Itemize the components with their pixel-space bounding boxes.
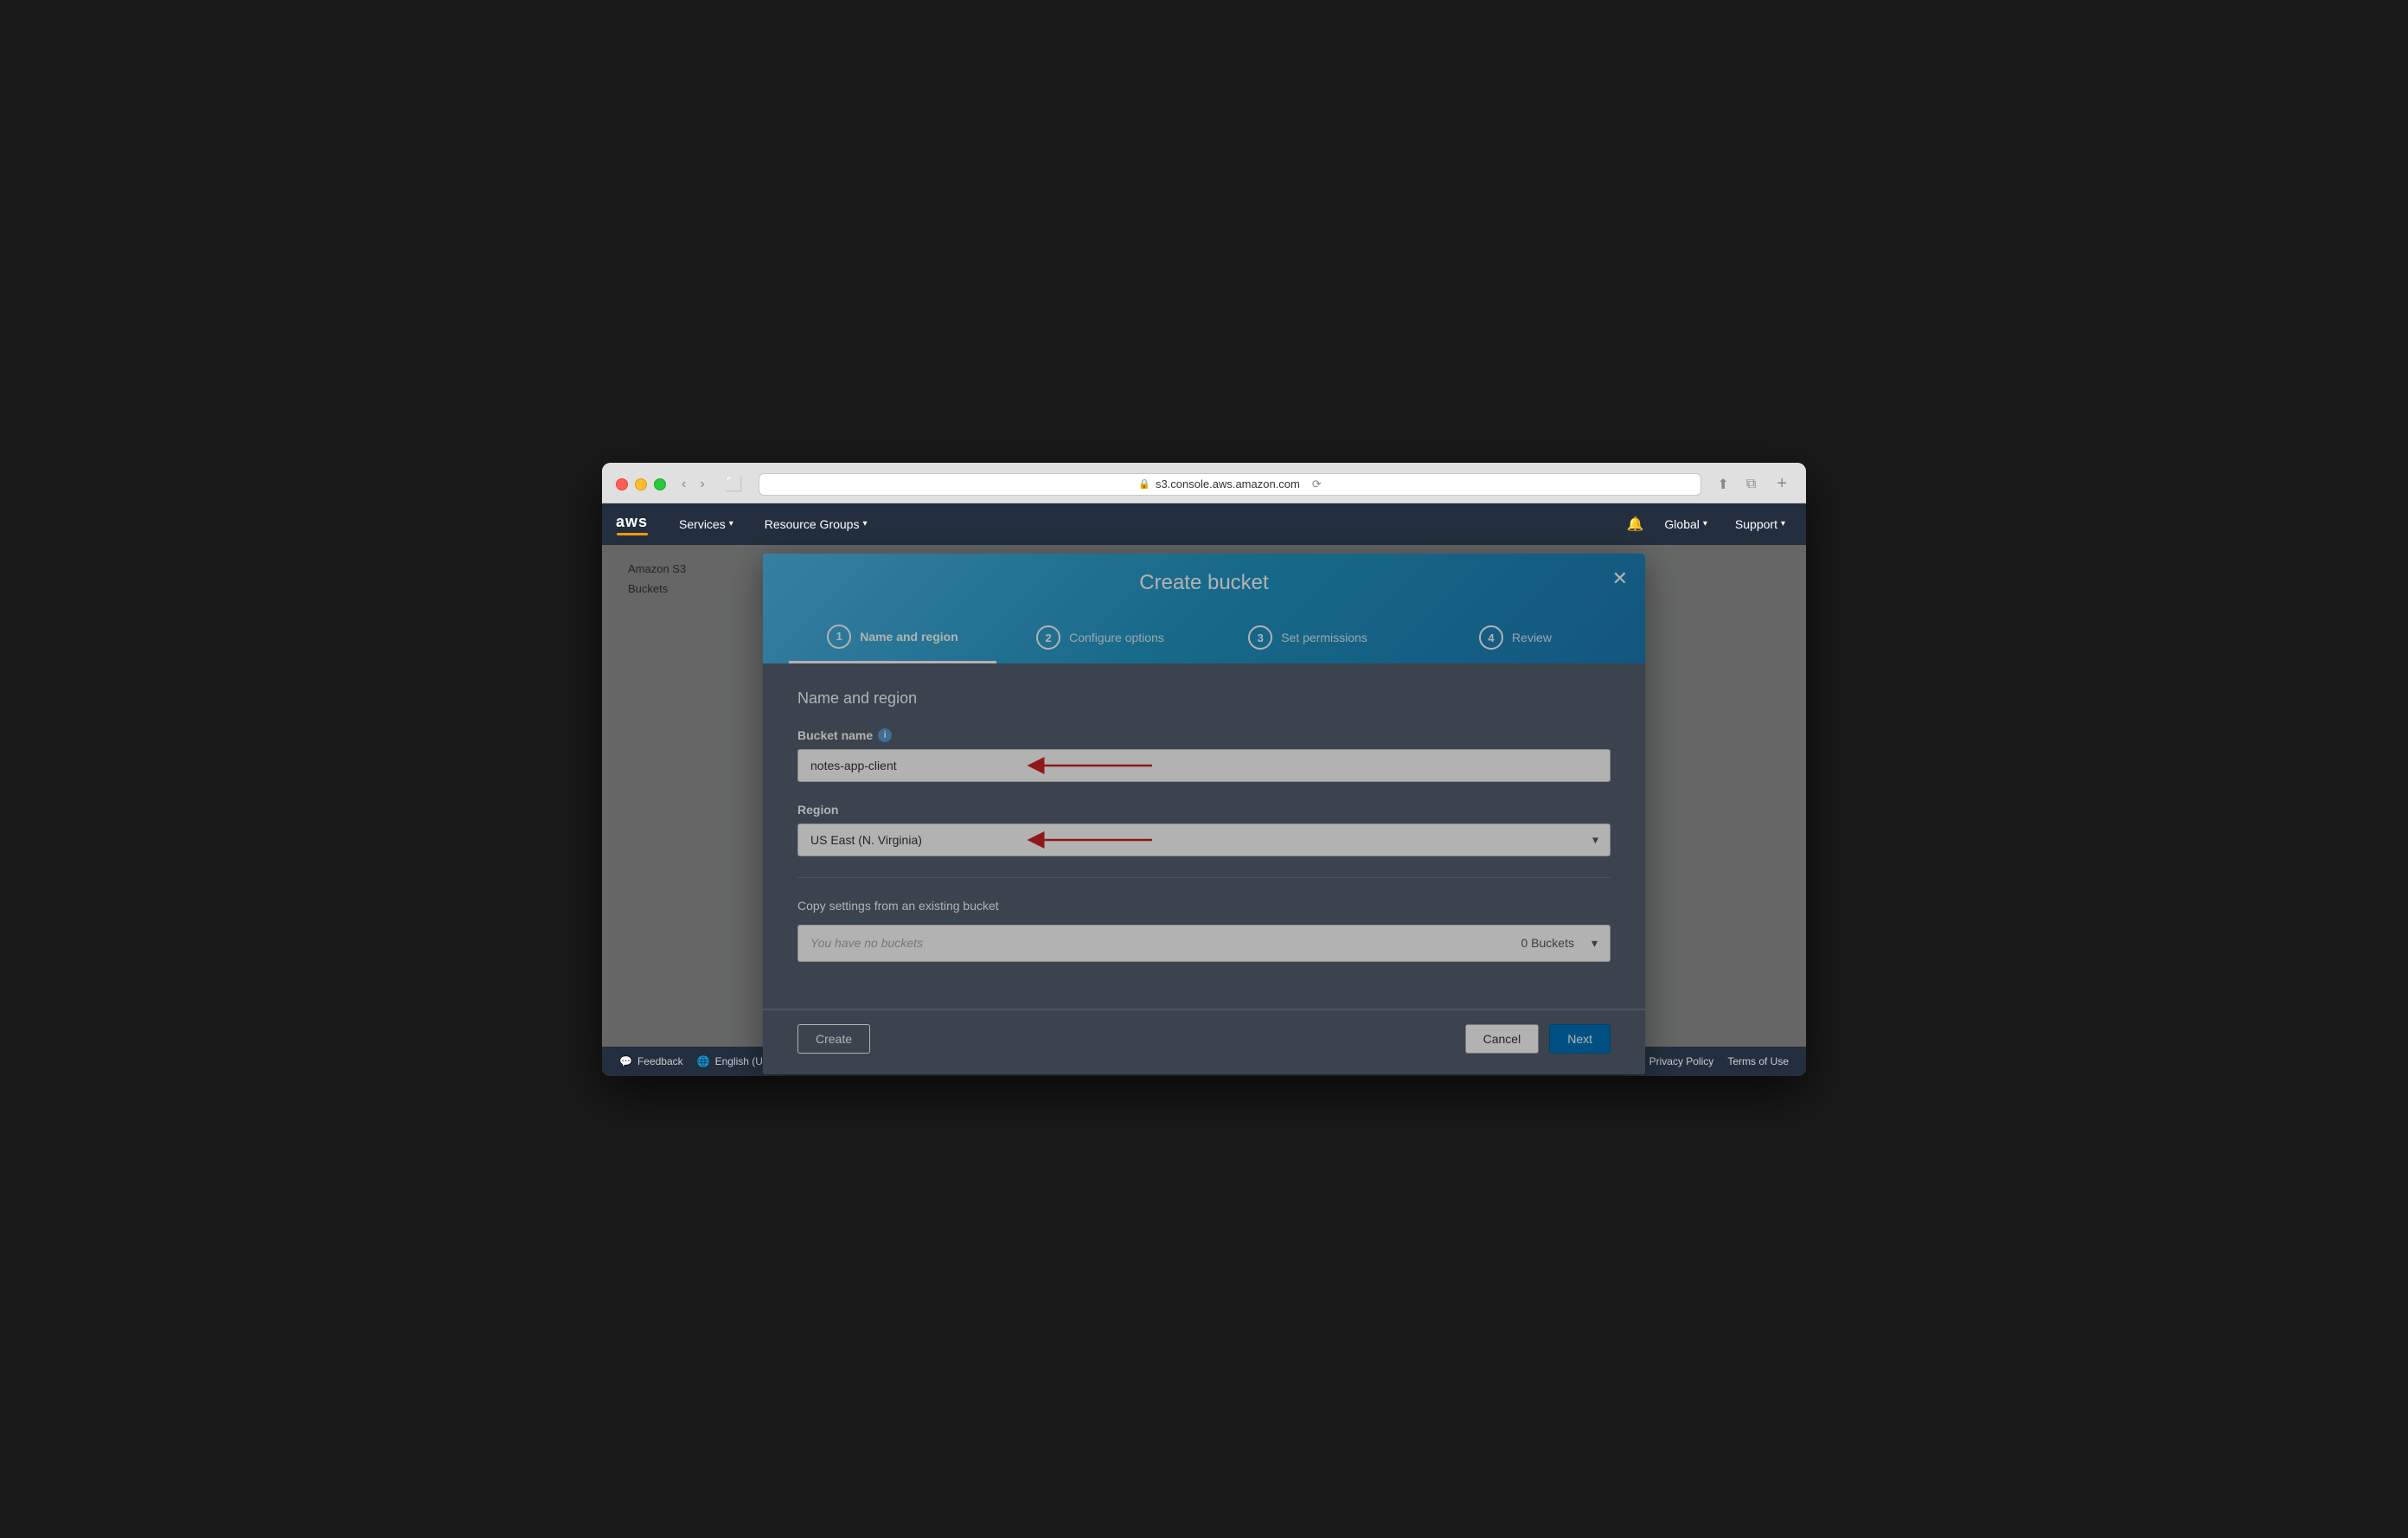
step-4-label: Review — [1512, 631, 1552, 644]
browser-titlebar: ‹ › ⬜ 🔒 s3.console.aws.amazon.com ⟳ ⬆ ⧉ … — [602, 463, 1806, 503]
aws-console: aws Services ▾ Resource Groups ▾ 🔔 Globa… — [602, 503, 1806, 1076]
feedback-label: Feedback — [637, 1055, 683, 1067]
step-3-circle: 3 — [1248, 625, 1272, 650]
modal-body: Name and region Bucket name i — [763, 663, 1645, 1009]
services-label: Services — [679, 517, 726, 531]
resource-groups-nav-item[interactable]: Resource Groups ▾ — [758, 514, 874, 535]
footer-right-buttons: Cancel Next — [1465, 1024, 1611, 1054]
fullscreen-window-button[interactable] — [654, 478, 666, 490]
footer-buttons: Create Cancel Next — [797, 1024, 1611, 1054]
aws-logo: aws — [616, 513, 648, 535]
resource-groups-chevron-icon: ▾ — [862, 519, 867, 529]
page-content: Amazon S3 Buckets Create bucket ✕ — [602, 545, 1806, 1047]
support-nav-item[interactable]: Support ▾ — [1728, 514, 1792, 535]
step-4-circle: 4 — [1479, 625, 1503, 650]
services-nav-item[interactable]: Services ▾ — [672, 514, 740, 535]
region-label: Region — [797, 803, 1611, 817]
share-button[interactable]: ⬆ — [1712, 474, 1733, 495]
footer-links: Privacy Policy Terms of Use — [1649, 1055, 1789, 1067]
nav-buttons: ‹ › — [676, 475, 710, 494]
modal-header: Create bucket ✕ 1 Name and region 2 Con — [763, 554, 1645, 663]
modal-footer: Create Cancel Next — [763, 1009, 1645, 1074]
address-bar[interactable]: 🔒 s3.console.aws.amazon.com ⟳ — [759, 473, 1702, 496]
url-text: s3.console.aws.amazon.com — [1156, 477, 1300, 490]
notifications-button[interactable]: 🔔 — [1627, 516, 1644, 533]
step-1-label: Name and region — [860, 630, 958, 644]
region-select[interactable]: US East (N. Virginia) US East (Ohio) US … — [797, 823, 1611, 856]
traffic-lights — [616, 478, 666, 490]
bucket-name-input[interactable] — [797, 749, 1611, 782]
terms-of-use-link[interactable]: Terms of Use — [1727, 1055, 1789, 1067]
cancel-button[interactable]: Cancel — [1465, 1024, 1540, 1054]
sidebar-toggle-button[interactable]: ⬜ — [720, 474, 748, 495]
bucket-name-group: Bucket name i — [797, 728, 1611, 782]
copy-bucket-select[interactable]: You have no buckets 0 Buckets ▾ — [797, 925, 1611, 962]
back-button[interactable]: ‹ — [676, 475, 691, 494]
region-select-row: US East (N. Virginia) US East (Ohio) US … — [797, 823, 1611, 856]
support-label: Support — [1735, 517, 1777, 531]
minimize-window-button[interactable] — [635, 478, 647, 490]
copy-settings-title: Copy settings from an existing bucket — [797, 899, 1611, 913]
modal-title: Create bucket — [1139, 571, 1268, 595]
wizard-step-4[interactable]: 4 Review — [1412, 613, 1619, 662]
section-title: Name and region — [797, 689, 1611, 708]
bucket-name-info-icon[interactable]: i — [878, 728, 892, 742]
global-label: Global — [1664, 517, 1699, 531]
wizard-step-1[interactable]: 1 Name and region — [789, 612, 996, 663]
bucket-name-label: Bucket name i — [797, 728, 1611, 742]
modal-close-button[interactable]: ✕ — [1612, 569, 1628, 588]
bucket-name-input-row — [797, 749, 1611, 782]
modal-overlay: Create bucket ✕ 1 Name and region 2 Con — [602, 545, 1806, 1047]
global-region-nav-item[interactable]: Global ▾ — [1657, 514, 1714, 535]
services-chevron-icon: ▾ — [729, 519, 733, 529]
forward-button[interactable]: › — [695, 475, 709, 494]
nav-right: 🔔 Global ▾ Support ▾ — [1627, 514, 1793, 535]
region-select-wrapper: US East (N. Virginia) US East (Ohio) US … — [797, 823, 1611, 856]
aws-logo-text: aws — [616, 513, 648, 531]
region-group: Region US East (N. Virginia) US East (Oh… — [797, 803, 1611, 856]
step-2-label: Configure options — [1069, 631, 1164, 644]
language-selector[interactable]: 🌐 English (US) — [697, 1055, 773, 1067]
arrow-annotation-2 — [1022, 828, 1161, 852]
buckets-count-text: 0 Buckets — [1521, 936, 1573, 950]
modal-title-row: Create bucket — [789, 571, 1619, 595]
close-window-button[interactable] — [616, 478, 628, 490]
aws-logo-bar — [617, 533, 648, 535]
wizard-step-3[interactable]: 3 Set permissions — [1204, 613, 1412, 662]
globe-icon: 🌐 — [697, 1055, 710, 1067]
lock-icon: 🔒 — [1138, 478, 1150, 490]
resource-groups-label: Resource Groups — [765, 517, 860, 531]
step-1-circle: 1 — [827, 625, 851, 649]
create-button[interactable]: Create — [797, 1024, 870, 1054]
section-divider — [797, 877, 1611, 878]
privacy-policy-link[interactable]: Privacy Policy — [1649, 1055, 1714, 1067]
create-bucket-modal: Create bucket ✕ 1 Name and region 2 Con — [763, 554, 1645, 1074]
support-chevron-icon: ▾ — [1781, 519, 1785, 529]
next-button[interactable]: Next — [1549, 1024, 1611, 1054]
feedback-chat-icon: 💬 — [619, 1055, 632, 1067]
browser-actions: ⬆ ⧉ — [1712, 474, 1761, 495]
feedback-button[interactable]: 💬 Feedback — [619, 1055, 683, 1067]
footer-left: 💬 Feedback 🌐 English (US) — [619, 1055, 773, 1067]
copy-select-chevron-icon: ▾ — [1591, 936, 1598, 951]
aws-navbar: aws Services ▾ Resource Groups ▾ 🔔 Globa… — [602, 503, 1806, 545]
step-3-label: Set permissions — [1281, 631, 1367, 644]
copy-settings-group: Copy settings from an existing bucket Yo… — [797, 899, 1611, 962]
wizard-steps: 1 Name and region 2 Configure options 3 … — [789, 612, 1619, 663]
add-tab-button[interactable]: + — [1771, 474, 1792, 494]
step-2-circle: 2 — [1036, 625, 1060, 650]
no-buckets-text: You have no buckets — [810, 936, 923, 950]
global-chevron-icon: ▾ — [1703, 519, 1707, 529]
reload-button[interactable]: ⟳ — [1312, 477, 1322, 491]
wizard-step-2[interactable]: 2 Configure options — [996, 613, 1204, 662]
browser-window: ‹ › ⬜ 🔒 s3.console.aws.amazon.com ⟳ ⬆ ⧉ … — [602, 463, 1806, 1076]
arrow-annotation-1 — [1022, 753, 1161, 778]
new-tab-button[interactable]: ⧉ — [1741, 474, 1761, 495]
